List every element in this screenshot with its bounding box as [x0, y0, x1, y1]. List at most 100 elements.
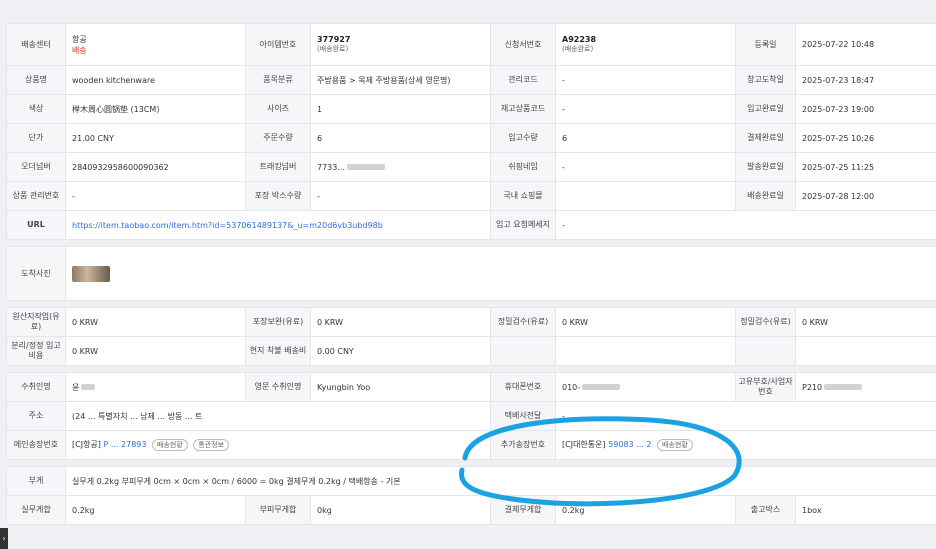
center-status: 배송 — [72, 45, 87, 55]
value: 0.00 CNY — [310, 336, 491, 366]
value: 0 KRW — [65, 336, 246, 366]
label: 주문수량 — [245, 123, 311, 153]
label: 상품명 — [6, 65, 66, 95]
product-name: wooden kitchenware — [65, 65, 246, 95]
photo-table: 도착사진 — [6, 246, 936, 301]
label: 창고도착일 — [735, 65, 796, 95]
label: 출고박스 — [735, 495, 796, 525]
label: URL — [6, 210, 66, 240]
value: - — [555, 210, 936, 240]
value: - — [555, 94, 736, 124]
label: 메인송장번호 — [6, 430, 66, 460]
value: 0 KRW — [555, 307, 736, 337]
size-value: 1 — [310, 94, 491, 124]
main-carrier: [CJ항공] — [72, 440, 101, 449]
value: 2025-07-25 11:25 — [795, 152, 936, 182]
label: 입고완료일 — [735, 94, 796, 124]
label: 신청서번호 — [490, 23, 556, 66]
arrival-photo-thumbnail[interactable] — [72, 265, 110, 282]
value: - — [65, 181, 246, 211]
value: 2025-07-22 10:48 — [795, 23, 936, 66]
label: 입고수량 — [490, 123, 556, 153]
info-row: 상품명 wooden kitchenware 품목분류 주방용품 > 목제 주방용품… — [6, 65, 936, 95]
order-qty: 6 — [310, 123, 491, 153]
label: 단가 — [6, 123, 66, 153]
label: 아이템번호 — [245, 23, 311, 66]
label: 도착사진 — [6, 246, 66, 301]
item-number: 377927 — [317, 35, 351, 44]
info-row: 단가 21.00 CNY 주문수량 6 입고수량 6 결제완료일 2025-07-25 … — [6, 123, 936, 153]
unit-price: 21.00 CNY — [65, 123, 246, 153]
info-row: 색상 榉木周心圆锅垫 (13CM) 사이즈 1 재고상품코드 - 입고완료일 2025-… — [6, 94, 936, 124]
value: 2025-07-23 18:47 — [795, 65, 936, 95]
label: 부게 — [6, 466, 66, 496]
extra-carrier: [CJ대한통운] — [562, 440, 606, 449]
value: 2025-07-23 19:00 — [795, 94, 936, 124]
label: 국내 쇼핑몰 — [490, 181, 556, 211]
label: 주소 — [6, 401, 66, 431]
value: - — [555, 65, 736, 95]
label: 색상 — [6, 94, 66, 124]
redacted-text — [81, 384, 96, 390]
label: 정밀검수(유료) — [490, 307, 556, 337]
product-url-link[interactable]: https://item.taobao.com/item.htm?id=5370… — [72, 221, 383, 230]
order-number-value: 2840932958600090362 — [65, 152, 246, 182]
value: - — [555, 152, 736, 182]
label: 사이즈 — [245, 94, 311, 124]
extra-delivery-status-button[interactable]: 배송현황 — [657, 439, 693, 451]
label: 원산지작업(유료) — [6, 307, 66, 337]
label: 쉬핑네임 — [490, 152, 556, 182]
item-status: (배송완료) — [317, 45, 349, 53]
color-value: 榉木周心圆锅垫 (13CM) — [65, 94, 246, 124]
redacted-text — [824, 384, 863, 390]
fee-table: 원산지작업(유료) 0 KRW 포장보완(유료) 0 KRW 정밀검수(유료) 0 K… — [6, 307, 936, 366]
label: 휴대폰번호 — [490, 372, 556, 402]
label: 관리코드 — [490, 65, 556, 95]
info-row: 상품 관리번호 - 포장 박스수량 - 국내 쇼핑몰 배송완료일 2025-07-28… — [6, 181, 936, 211]
value: 2025-07-25 10:26 — [795, 123, 936, 153]
label: 부피무게합 — [245, 495, 311, 525]
order-status: (배송완료) — [562, 45, 594, 53]
label: 영문 수취인명 — [245, 372, 311, 402]
customs-info-button[interactable]: 통관정보 — [193, 439, 230, 451]
redacted-text — [582, 384, 621, 390]
item-detail-panel: 배송센터 항공 배송 아이템번호 377927 (배송완료) 신청서번호 A9223… — [6, 23, 936, 525]
delivery-status-button[interactable]: 배송현황 — [152, 439, 188, 451]
weight-table: 부게 실무게 0.2kg 부피무게 0cm × 0cm × 0cm / 6000… — [6, 466, 936, 525]
value — [555, 181, 736, 211]
label: 배송완료일 — [735, 181, 796, 211]
label: 발송완료일 — [735, 152, 796, 182]
category: 주방용품 > 목제 주방용품(상세 영문명) — [310, 65, 491, 95]
value: - — [555, 401, 936, 431]
item-info-table: 배송센터 항공 배송 아이템번호 377927 (배송완료) 신청서번호 A9223… — [6, 23, 936, 240]
label: 택배사전달 — [490, 401, 556, 431]
label: 상품 관리번호 — [6, 181, 66, 211]
label: 등록일 — [735, 23, 796, 66]
extra-tracking-link[interactable]: 59083 ... 2 — [608, 440, 651, 449]
weight-summary: 실무게 0.2kg 부피무게 0cm × 0cm × 0cm / 6000 = … — [64, 466, 936, 496]
label: 결제무게합 — [490, 495, 556, 525]
label: 재고상품코드 — [490, 94, 556, 124]
value: 0 KRW — [795, 307, 936, 337]
value: 1box — [794, 495, 936, 525]
main-tracking-link[interactable]: P ... 27893 — [103, 440, 146, 449]
label: 실무게합 — [6, 495, 66, 525]
value: 0kg — [310, 495, 491, 525]
label: 포장보완(유료) — [245, 307, 311, 337]
chevron-right-icon[interactable]: › — [0, 528, 8, 549]
label: 추가송장번호 — [490, 430, 556, 460]
address: (24 ... 특별자치 ... 남제 ... 방동 ... 트 — [65, 401, 491, 431]
info-row: 오더넘버 2840932958600090362 트래킹넘버 7733... 쉬핑네… — [6, 152, 936, 182]
label: 품목분류 — [245, 65, 311, 95]
value: 0 KRW — [65, 307, 246, 337]
phone-number: 010- — [562, 382, 581, 392]
customs-code: P210 — [802, 382, 823, 392]
value: - — [310, 181, 491, 211]
value: 0 KRW — [310, 307, 491, 337]
label: 정밀검수(유료) — [735, 307, 796, 337]
label: 입고 요청메세지 — [490, 210, 556, 240]
label: 배송센터 — [6, 23, 66, 66]
info-row: 배송센터 항공 배송 아이템번호 377927 (배송완료) 신청서번호 A9223… — [6, 23, 936, 66]
label: 현지 착불 배송비 — [245, 336, 311, 366]
label: 고유부호/사업자번호 — [735, 372, 796, 402]
